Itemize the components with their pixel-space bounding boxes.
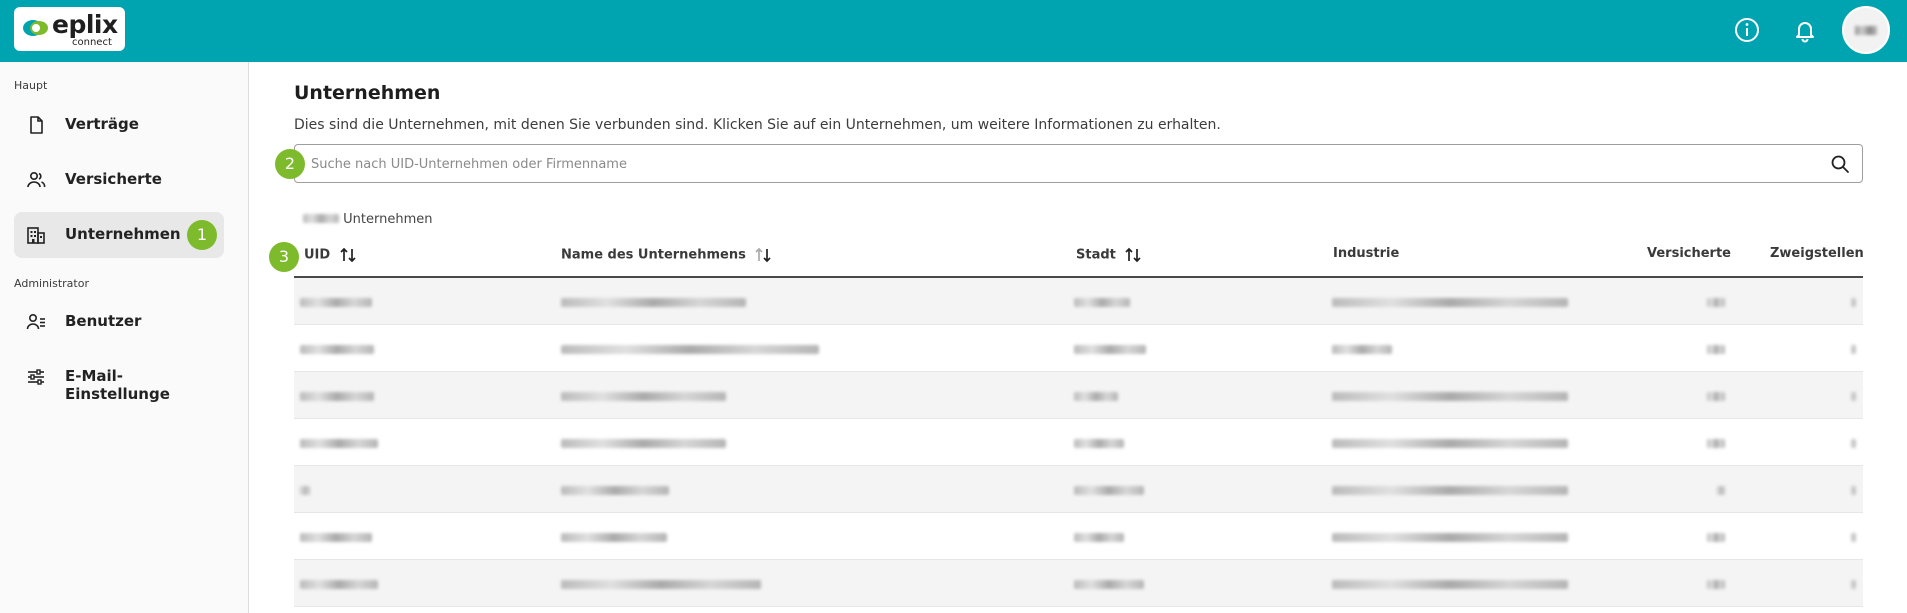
eplix-logo[interactable]: eplix connect xyxy=(14,7,125,51)
document-icon xyxy=(30,116,43,134)
sidebar-item-label: Versicherte xyxy=(65,170,162,188)
cell-insured-blurred xyxy=(1707,580,1725,589)
logo-mark-icon xyxy=(23,20,48,36)
sidebar-item-label: Benutzer xyxy=(65,312,142,330)
sidebar-section-admin: Administrator xyxy=(14,277,89,290)
column-header-stadt[interactable]: Stadt xyxy=(1076,246,1142,264)
cell-uid-blurred xyxy=(300,533,372,542)
cell-uid-blurred xyxy=(300,486,310,495)
cell-branches-blurred xyxy=(1851,392,1856,401)
cell-industry-blurred xyxy=(1332,345,1392,354)
cell-name-blurred xyxy=(561,533,667,542)
cell-uid-blurred xyxy=(300,439,378,448)
cell-branches-blurred xyxy=(1851,580,1856,589)
building-icon xyxy=(27,227,45,244)
column-header-zweigstellen: Zweigstellen xyxy=(1770,246,1864,261)
cell-uid-blurred xyxy=(300,345,374,354)
cell-branches-blurred xyxy=(1851,533,1856,542)
avatar-initials-blurred xyxy=(1855,26,1877,35)
top-bar: eplix connect xyxy=(0,0,1907,62)
sidebar-item-vertraege[interactable]: Verträge xyxy=(14,102,224,148)
cell-name-blurred xyxy=(561,345,819,354)
cell-insured-blurred xyxy=(1707,298,1725,307)
cell-industry-blurred xyxy=(1332,392,1568,401)
cell-name-blurred xyxy=(561,439,726,448)
column-header-versicherte: Versicherte xyxy=(1647,246,1731,261)
sort-icon[interactable] xyxy=(1124,246,1142,264)
annotation-badge-2: 2 xyxy=(275,149,305,179)
cell-uid-blurred xyxy=(300,392,374,401)
cell-city-blurred xyxy=(1074,298,1130,307)
annotation-badge-1: 1 xyxy=(187,220,217,250)
count-number-blurred xyxy=(303,214,339,223)
company-count: Unternehmen xyxy=(303,212,432,227)
annotation-badge-3: 3 xyxy=(269,242,299,272)
cell-uid-blurred xyxy=(300,580,378,589)
sidebar-section-main: Haupt xyxy=(14,79,48,92)
cell-name-blurred xyxy=(561,486,669,495)
cell-city-blurred xyxy=(1074,580,1144,589)
sidebar: Haupt Verträge Versicherte Unternehmen 1… xyxy=(0,62,249,613)
sidebar-item-label: Verträge xyxy=(65,115,139,133)
sort-icon[interactable] xyxy=(339,246,357,264)
column-header-name[interactable]: Name des Unternehmens xyxy=(561,246,772,264)
sidebar-item-label: E-Mail-Einstellunge xyxy=(65,367,170,403)
cell-branches-blurred xyxy=(1851,439,1856,448)
sidebar-item-benutzer[interactable]: Benutzer xyxy=(14,299,224,345)
companies-table: UID Name des Unternehmens Stadt Industri… xyxy=(294,236,1864,607)
cell-name-blurred xyxy=(561,392,726,401)
cell-insured-blurred xyxy=(1707,345,1725,354)
search-box[interactable] xyxy=(294,144,1863,183)
search-input[interactable] xyxy=(311,154,1811,174)
count-label: Unternehmen xyxy=(343,212,433,227)
search-icon[interactable] xyxy=(1830,154,1850,174)
table-row[interactable] xyxy=(294,278,1863,325)
page-description: Dies sind die Unternehmen, mit denen Sie… xyxy=(294,117,1221,133)
bell-icon[interactable] xyxy=(1791,16,1819,44)
table-header: UID Name des Unternehmens Stadt Industri… xyxy=(294,236,1864,278)
cell-industry-blurred xyxy=(1332,533,1568,542)
table-row[interactable] xyxy=(294,372,1863,419)
cell-insured-blurred xyxy=(1707,392,1725,401)
sidebar-item-email-einstellungen[interactable]: E-Mail-Einstellunge xyxy=(14,354,224,403)
sliders-icon xyxy=(28,369,44,385)
cell-city-blurred xyxy=(1074,439,1124,448)
table-row[interactable] xyxy=(294,560,1863,607)
cell-city-blurred xyxy=(1074,533,1124,542)
cell-branches-blurred xyxy=(1851,345,1856,354)
cell-name-blurred xyxy=(561,580,761,589)
table-row[interactable] xyxy=(294,466,1863,513)
logo-wordmark: eplix xyxy=(52,10,118,39)
cell-insured-blurred xyxy=(1707,439,1725,448)
table-row[interactable] xyxy=(294,325,1863,372)
cell-branches-blurred xyxy=(1851,298,1856,307)
column-header-uid[interactable]: UID xyxy=(304,246,357,264)
cell-city-blurred xyxy=(1074,486,1144,495)
sidebar-item-versicherte[interactable]: Versicherte xyxy=(14,157,224,203)
cell-city-blurred xyxy=(1074,345,1146,354)
table-row[interactable] xyxy=(294,419,1863,466)
user-avatar[interactable] xyxy=(1842,6,1890,54)
cell-industry-blurred xyxy=(1332,298,1568,307)
cell-industry-blurred xyxy=(1332,580,1568,589)
cell-industry-blurred xyxy=(1332,486,1568,495)
cell-city-blurred xyxy=(1074,392,1118,401)
sidebar-item-label: Unternehmen xyxy=(65,225,181,243)
users-icon xyxy=(27,171,46,188)
logo-subtext: connect xyxy=(72,37,112,48)
cell-branches-blurred xyxy=(1851,486,1856,495)
page-title: Unternehmen xyxy=(294,82,441,104)
sort-icon[interactable] xyxy=(754,246,772,264)
cell-insured-blurred xyxy=(1717,486,1725,495)
table-row[interactable] xyxy=(294,513,1863,560)
sidebar-item-unternehmen[interactable]: Unternehmen 1 xyxy=(14,212,224,258)
info-icon[interactable] xyxy=(1733,16,1761,44)
cell-name-blurred xyxy=(561,298,746,307)
column-header-industrie: Industrie xyxy=(1333,246,1400,261)
user-manage-icon xyxy=(26,313,45,330)
cell-insured-blurred xyxy=(1707,533,1725,542)
cell-uid-blurred xyxy=(300,298,372,307)
cell-industry-blurred xyxy=(1332,439,1568,448)
